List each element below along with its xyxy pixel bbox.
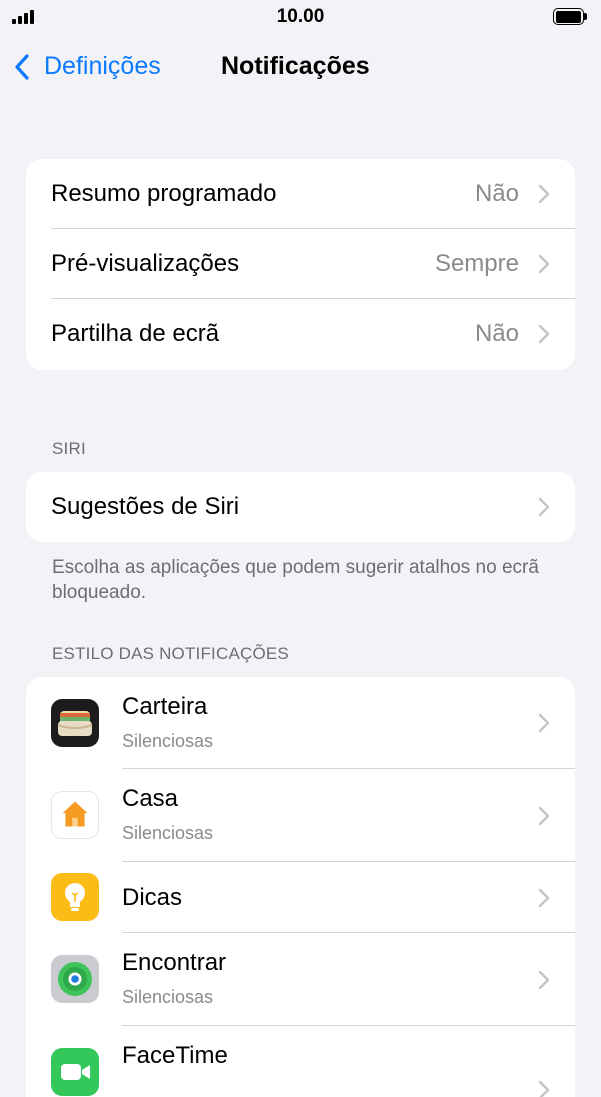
notification-style-header: ESTILO DAS NOTIFICAÇÕES	[52, 644, 289, 663]
app-row-casa[interactable]: Casa Silenciosas	[26, 769, 575, 862]
app-name: FaceTime	[122, 1042, 228, 1069]
row-previews[interactable]: Pré-visualizações Sempre	[26, 229, 575, 299]
facetime-icon	[51, 1048, 99, 1096]
app-subtitle: Silenciosas	[122, 987, 214, 1007]
row-label: Sugestões de Siri	[51, 493, 240, 520]
status-time: 10.00	[276, 6, 325, 27]
find-my-icon	[51, 955, 99, 1003]
app-subtitle: Silenciosas	[122, 823, 214, 843]
apps-group: Carteira Silenciosas Casa Silenciosas Di…	[26, 677, 575, 1097]
back-label: Definições	[44, 52, 161, 80]
chevron-right-icon	[538, 970, 550, 989]
row-value: Sempre	[434, 250, 519, 277]
chevron-right-icon	[538, 1080, 550, 1097]
row-label: Pré-visualizações	[51, 250, 240, 277]
back-button[interactable]: Definições	[12, 52, 161, 81]
battery-icon	[553, 8, 587, 25]
app-row-encontrar[interactable]: Encontrar Silenciosas	[26, 933, 575, 1026]
siri-section-header: SIRI	[52, 439, 86, 458]
tips-icon	[51, 873, 99, 921]
row-value: Não	[474, 320, 519, 347]
siri-footer-text: Escolha as aplicações que podem sugerir …	[52, 557, 539, 603]
chevron-right-icon	[538, 497, 550, 517]
chevron-right-icon	[538, 324, 550, 344]
app-subtitle: Silenciosas	[122, 731, 214, 751]
chevron-right-icon	[538, 713, 550, 733]
row-scheduled-summary[interactable]: Resumo programado Não	[26, 159, 575, 229]
chevron-right-icon	[538, 888, 550, 907]
wallet-icon	[51, 699, 99, 747]
app-row-facetime[interactable]: FaceTime	[26, 1026, 575, 1097]
chevron-left-icon	[15, 53, 29, 80]
general-settings-group: Resumo programado Não Pré-visualizações …	[26, 159, 575, 370]
status-bar: 10.00	[0, 0, 601, 34]
siri-group: Sugestões de Siri	[26, 472, 575, 542]
app-name: Encontrar	[122, 949, 227, 976]
navigation-bar: Definições Notificações	[0, 44, 601, 92]
home-icon	[51, 791, 99, 839]
row-siri-suggestions[interactable]: Sugestões de Siri	[26, 472, 575, 542]
row-screen-sharing[interactable]: Partilha de ecrã Não	[26, 299, 575, 369]
row-value: Não	[474, 180, 519, 207]
app-row-dicas[interactable]: Dicas	[26, 862, 575, 933]
chevron-right-icon	[538, 254, 550, 274]
app-name: Dicas	[122, 884, 183, 911]
page-title: Notificações	[221, 52, 370, 80]
app-name: Casa	[122, 785, 179, 812]
app-name: Carteira	[122, 693, 208, 720]
row-label: Partilha de ecrã	[51, 320, 220, 347]
row-label: Resumo programado	[51, 180, 277, 207]
app-row-carteira[interactable]: Carteira Silenciosas	[26, 677, 575, 769]
chevron-right-icon	[538, 806, 550, 825]
chevron-right-icon	[538, 184, 550, 204]
